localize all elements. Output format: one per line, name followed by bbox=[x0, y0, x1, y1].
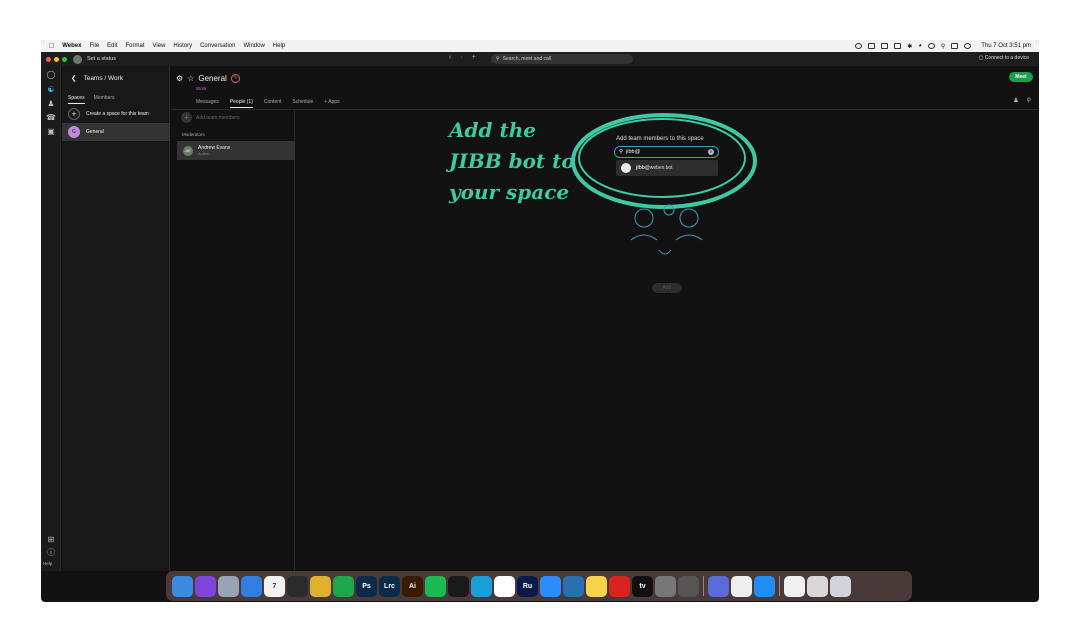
dock-lightroom-icon[interactable]: Lrc bbox=[379, 575, 400, 597]
dock-notes-icon[interactable] bbox=[586, 575, 607, 597]
highlight-ellipse bbox=[571, 113, 757, 209]
dock-textedit-icon[interactable] bbox=[731, 575, 752, 597]
dock-siri-icon[interactable] bbox=[195, 575, 216, 597]
dock-spark-icon[interactable] bbox=[708, 575, 729, 597]
dock-webex-icon[interactable] bbox=[448, 575, 469, 597]
dock-appletv-icon[interactable]: tv bbox=[632, 575, 653, 597]
dock-calendar-icon[interactable]: 7 bbox=[264, 575, 285, 597]
dock-quicktime-icon[interactable] bbox=[563, 575, 584, 597]
dock-acrobat-icon[interactable] bbox=[609, 575, 630, 597]
dock-photoshop-icon[interactable]: Ps bbox=[356, 575, 377, 597]
dock-illustrator-icon[interactable]: Ai bbox=[402, 575, 423, 597]
people-illustration bbox=[630, 204, 703, 255]
dock-figma-icon[interactable] bbox=[287, 575, 308, 597]
dock-separator bbox=[703, 576, 704, 596]
dock-downloads-icon[interactable] bbox=[807, 575, 828, 597]
dock-appstore-icon[interactable] bbox=[754, 575, 775, 597]
dock-trello-icon[interactable] bbox=[333, 575, 354, 597]
dock-settings-icon[interactable] bbox=[655, 575, 676, 597]
screen:  Webex File Edit Format View History Co… bbox=[41, 40, 1039, 602]
dock-zoom-icon[interactable] bbox=[540, 575, 561, 597]
dock-separator bbox=[779, 576, 780, 596]
dock-launchpad-icon[interactable] bbox=[218, 575, 239, 597]
dock-rush-icon[interactable]: Ru bbox=[517, 575, 538, 597]
dock-spotify-icon[interactable] bbox=[425, 575, 446, 597]
dock-document-icon[interactable] bbox=[784, 575, 805, 597]
dock-slack-icon[interactable] bbox=[494, 575, 515, 597]
dock-finder-icon[interactable] bbox=[172, 575, 193, 597]
dock-trash-icon[interactable] bbox=[830, 575, 851, 597]
dock-chrome-icon[interactable] bbox=[310, 575, 331, 597]
dock-mail-icon[interactable] bbox=[241, 575, 262, 597]
highlight-ellipse-inner bbox=[578, 118, 746, 198]
dock-calculator-icon[interactable] bbox=[678, 575, 699, 597]
dock: 7 Ps Lrc Ai Ru tv bbox=[166, 571, 912, 601]
annotation-text: Add the JIBB bot to your space bbox=[449, 118, 575, 204]
dock-screen-icon[interactable] bbox=[471, 575, 492, 597]
